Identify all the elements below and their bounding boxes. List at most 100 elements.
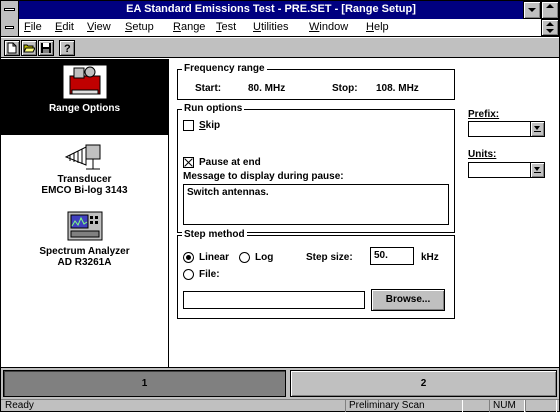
left-item-range-options[interactable]: Range Options: [1, 59, 168, 135]
file-label[interactable]: File:: [199, 269, 220, 280]
help-button[interactable]: ?: [59, 40, 75, 56]
transducer-model: EMCO Bi-log 3143: [41, 185, 128, 196]
minimize-arrow-icon: [528, 8, 536, 12]
save-disk-icon: [41, 43, 51, 53]
document-system-menu-button[interactable]: [1, 19, 19, 36]
run-options-title: Run options: [182, 103, 245, 114]
app-window: EA Standard Emissions Test - PRE.SET - […: [0, 0, 560, 412]
menu-utilities[interactable]: Utilities: [253, 21, 288, 33]
menu-setup[interactable]: Setup: [125, 21, 154, 33]
menu-range-rest: ange: [180, 21, 206, 33]
pause-at-end-checkbox[interactable]: [183, 157, 194, 168]
restore-up-icon: [546, 22, 554, 26]
linear-label[interactable]: Linear: [199, 252, 229, 263]
browse-button[interactable]: Browse...: [371, 289, 445, 311]
save-button[interactable]: [38, 40, 54, 56]
status-mode: Preliminary Scan: [345, 400, 463, 412]
left-item-label: Range Options: [48, 103, 121, 114]
analyzer-model: AD R3261A: [57, 257, 112, 268]
analyzer-label: Spectrum Analyzer: [39, 246, 130, 257]
prefix-dropdown-button[interactable]: [530, 122, 544, 136]
menu-bar: File Edit View Setup Range Test Utilitie…: [1, 19, 559, 37]
range-tree-panel: Range Options Transducer EMCO Bi-log 314…: [1, 59, 169, 367]
maximize-button[interactable]: [541, 1, 559, 19]
system-menu-icon: [4, 8, 15, 11]
frequency-range-title: Frequency range: [182, 63, 267, 74]
pause-at-end-label[interactable]: Pause at end: [199, 157, 261, 168]
file-radio[interactable]: [183, 269, 194, 280]
step-file-input[interactable]: [183, 291, 365, 309]
menu-test-rest: est: [221, 21, 237, 33]
stop-value: 108. MHz: [376, 83, 419, 94]
menu-view-rest: iew: [94, 21, 111, 33]
menu-view[interactable]: View: [87, 21, 111, 33]
units-dropdown-button[interactable]: [530, 163, 544, 177]
log-radio[interactable]: [239, 252, 250, 263]
menu-help-rest: elp: [373, 21, 389, 33]
menu-utilities-rest: tilities: [260, 21, 289, 33]
run-options-group: Run options Skip Pause at end Message to…: [177, 103, 455, 233]
minimize-button[interactable]: [523, 1, 541, 19]
dropdown-underline-icon: [534, 172, 541, 173]
menu-window[interactable]: Window: [309, 21, 348, 33]
skip-label-rest: kip: [205, 120, 221, 131]
start-value: 80. MHz: [248, 83, 286, 94]
menu-test[interactable]: Test: [216, 21, 236, 33]
log-label[interactable]: Log: [255, 252, 273, 263]
antenna-icon: [64, 144, 100, 170]
skip-checkbox[interactable]: [183, 120, 194, 131]
chevron-down-icon: [534, 167, 540, 171]
step-method-group: Step method Linear Log Step size: 50. kH…: [177, 229, 455, 319]
open-folder-icon: [23, 44, 35, 53]
new-file-button[interactable]: [4, 40, 20, 56]
transducer-label: Transducer: [57, 174, 112, 185]
prefix-label: Prefix:: [468, 109, 500, 120]
menu-file[interactable]: File: [24, 21, 42, 33]
toolbar: ?: [1, 38, 559, 58]
step-size-label: Step size:: [306, 252, 353, 263]
dropdown-underline-icon: [534, 131, 541, 132]
tab-range-2[interactable]: 2: [290, 370, 557, 397]
step-size-input[interactable]: 50.: [370, 247, 414, 265]
menu-edit-rest: dit: [62, 21, 74, 33]
pause-message-textarea[interactable]: Switch antennas.: [183, 184, 449, 225]
window-title: EA Standard Emissions Test - PRE.SET - […: [126, 3, 416, 15]
skip-label[interactable]: Skip: [199, 120, 220, 131]
frequency-range-group: Frequency range Start: 80. MHz Stop: 108…: [177, 63, 455, 100]
open-file-button[interactable]: [21, 40, 37, 56]
status-text: Ready: [5, 400, 34, 411]
chevron-down-icon: [534, 126, 540, 130]
restore-button[interactable]: [541, 19, 559, 36]
linear-radio[interactable]: [183, 252, 194, 263]
menu-range[interactable]: Range: [173, 21, 205, 33]
units-select[interactable]: [468, 162, 545, 178]
prefix-select[interactable]: [468, 121, 545, 137]
status-scroll: [525, 400, 557, 412]
range-options-icon: [63, 65, 106, 99]
title-bar[interactable]: EA Standard Emissions Test - PRE.SET - […: [1, 1, 559, 19]
maximize-arrow-icon: [546, 4, 554, 8]
status-bar: Ready Preliminary Scan NUM: [1, 399, 559, 412]
menu-help[interactable]: Help: [366, 21, 389, 33]
range-tabs: 1 2: [1, 367, 559, 399]
spectrum-analyzer-icon: [67, 211, 102, 241]
start-label: Start:: [195, 83, 222, 94]
svg-text:?: ?: [64, 43, 71, 54]
menu-edit[interactable]: Edit: [55, 21, 74, 33]
left-item-spectrum-analyzer[interactable]: Spectrum Analyzer AD R3261A: [1, 209, 168, 283]
menu-window-rest: indow: [319, 21, 349, 33]
new-file-icon: [7, 42, 17, 54]
left-item-transducer[interactable]: Transducer EMCO Bi-log 3143: [1, 137, 168, 207]
menu-setup-rest: etup: [132, 21, 154, 33]
stop-label: Stop:: [332, 83, 358, 94]
step-method-title: Step method: [182, 229, 247, 240]
menu-file-rest: ile: [30, 21, 42, 33]
help-question-icon: ?: [64, 43, 71, 54]
units-label: Units:: [468, 149, 497, 160]
system-menu-button[interactable]: [1, 1, 19, 19]
tab-range-1[interactable]: 1: [3, 370, 286, 397]
pause-message-label: Message to display during pause:: [183, 171, 344, 182]
status-num: NUM: [489, 400, 525, 412]
document-menu-icon: [5, 26, 14, 29]
restore-down-icon: [546, 29, 554, 33]
